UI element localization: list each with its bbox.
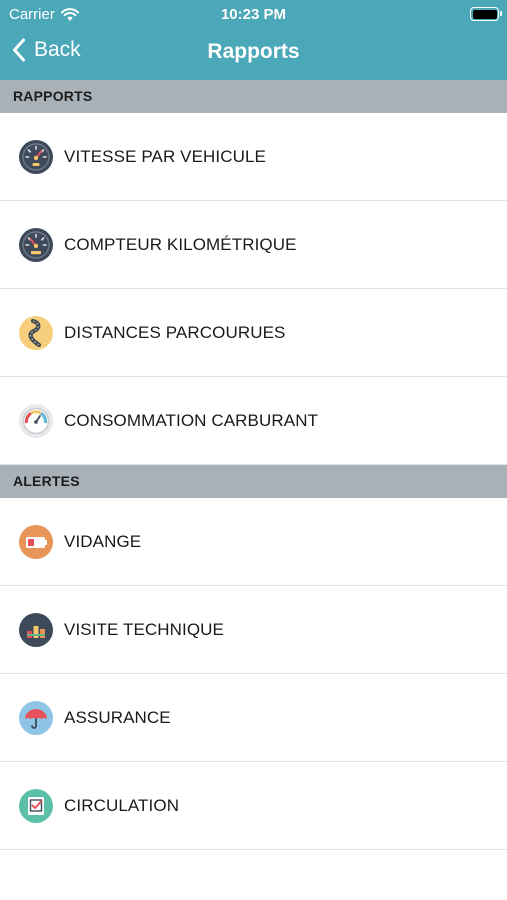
- list-item-circulation[interactable]: CIRCULATION: [0, 762, 507, 850]
- list-item-distances[interactable]: DISTANCES PARCOURUES: [0, 289, 507, 377]
- speedometer-icon: [19, 139, 53, 174]
- list-item-assurance[interactable]: ASSURANCE: [0, 674, 507, 762]
- list-item-compteur[interactable]: COMPTEUR KILOMÉTRIQUE: [0, 201, 507, 289]
- page-title: Rapports: [207, 40, 300, 63]
- winding-road-icon: [19, 315, 53, 350]
- list-item-label: DISTANCES PARCOURUES: [64, 322, 286, 342]
- oil-battery-icon: [19, 524, 53, 559]
- section-header-alertes: ALERTES: [0, 465, 507, 498]
- list-item-label: COMPTEUR KILOMÉTRIQUE: [64, 234, 297, 254]
- list-item-label: VIDANGE: [64, 531, 142, 551]
- checklist-icon: [19, 788, 53, 823]
- battery-icon: [470, 7, 502, 21]
- list-item-label: VITESSE PAR VEHICULE: [64, 146, 266, 166]
- list-item-label: ASSURANCE: [64, 707, 171, 727]
- list-item-visite-technique[interactable]: VISITE TECHNIQUE: [0, 586, 507, 674]
- list-item-vidange[interactable]: VIDANGE: [0, 498, 507, 586]
- status-time: 10:23 PM: [220, 6, 287, 23]
- inspection-icon: [19, 612, 53, 647]
- list-item-vitesse[interactable]: VITESSE PAR VEHICULE: [0, 113, 507, 201]
- status-bar: Carrier 10:23 PM: [0, 0, 507, 28]
- fuel-gauge-icon: [19, 403, 53, 438]
- navigation-bar: Carrier 10:23 PM Back Rapports: [0, 0, 507, 80]
- section-header-rapports: RAPPORTS: [0, 80, 507, 113]
- list-item-label: VISITE TECHNIQUE: [64, 619, 224, 639]
- umbrella-icon: [19, 700, 53, 735]
- list-item-label: CONSOMMATION CARBURANT: [64, 410, 319, 430]
- odometer-icon: [19, 227, 53, 262]
- list-item-label: CIRCULATION: [64, 795, 180, 815]
- list-item-consommation[interactable]: CONSOMMATION CARBURANT: [0, 377, 507, 465]
- reports-list: RAPPORTS VITESSE PAR VEHICULE COMPTEUR K…: [0, 80, 507, 850]
